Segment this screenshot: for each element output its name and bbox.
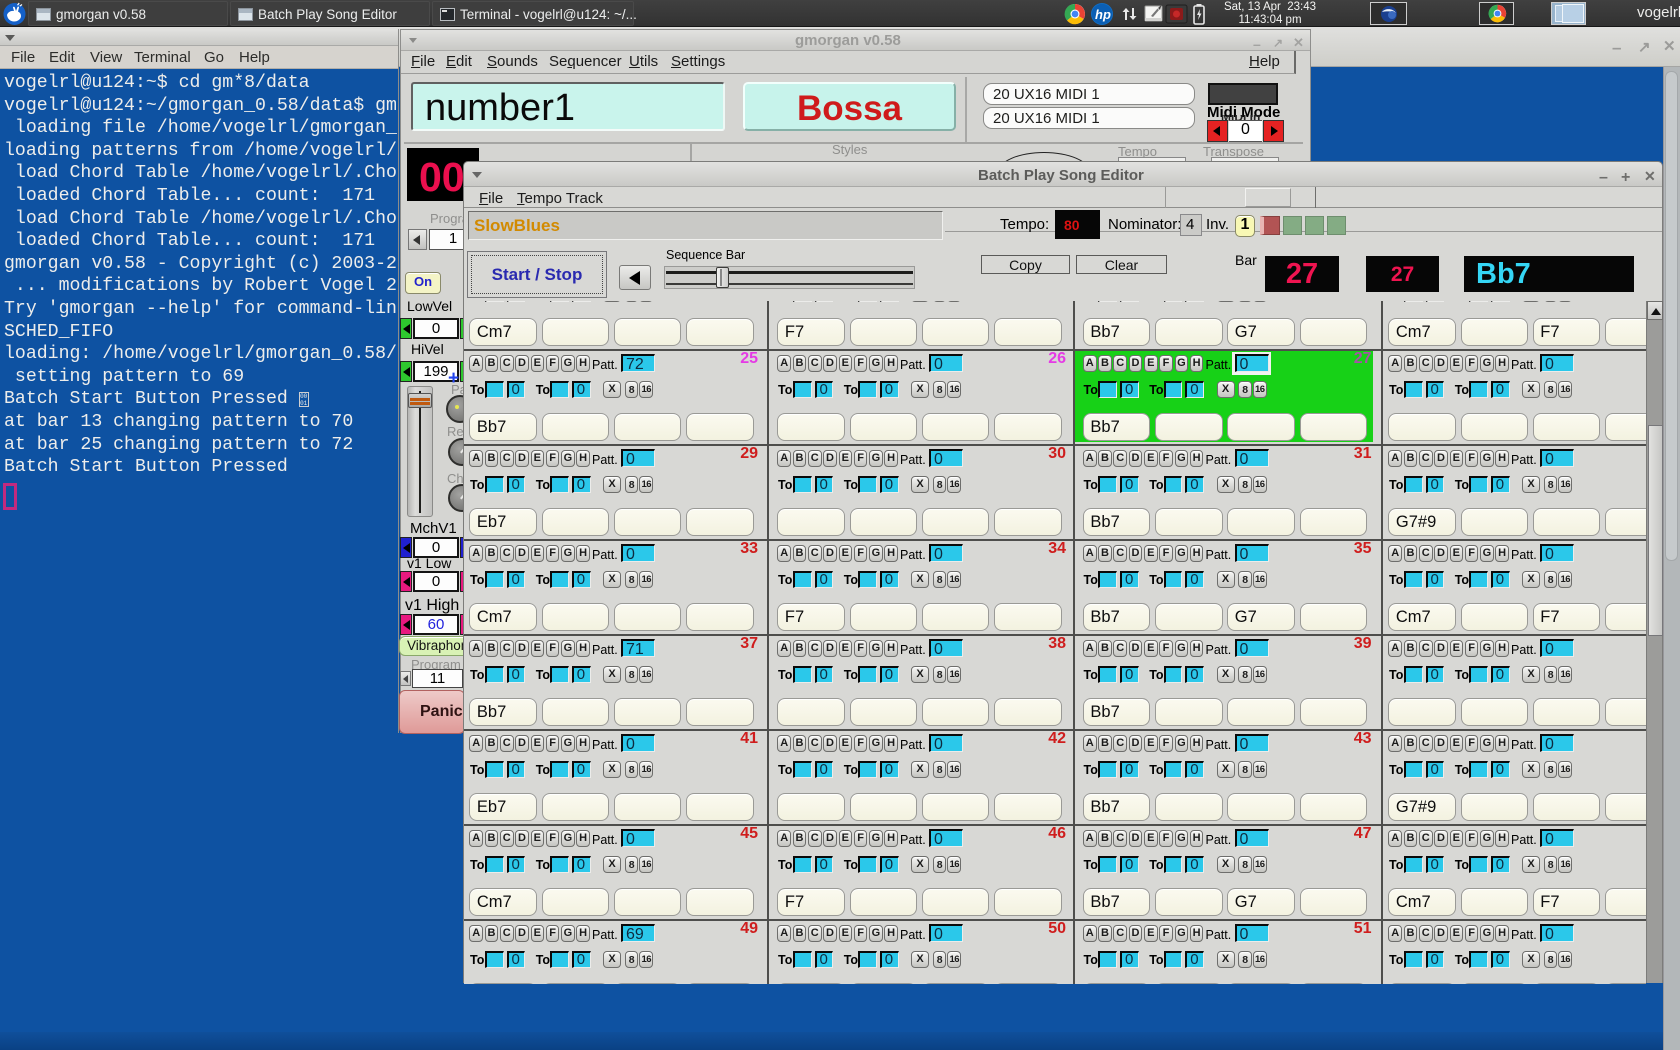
svg-text:hp: hp [1095,7,1111,22]
